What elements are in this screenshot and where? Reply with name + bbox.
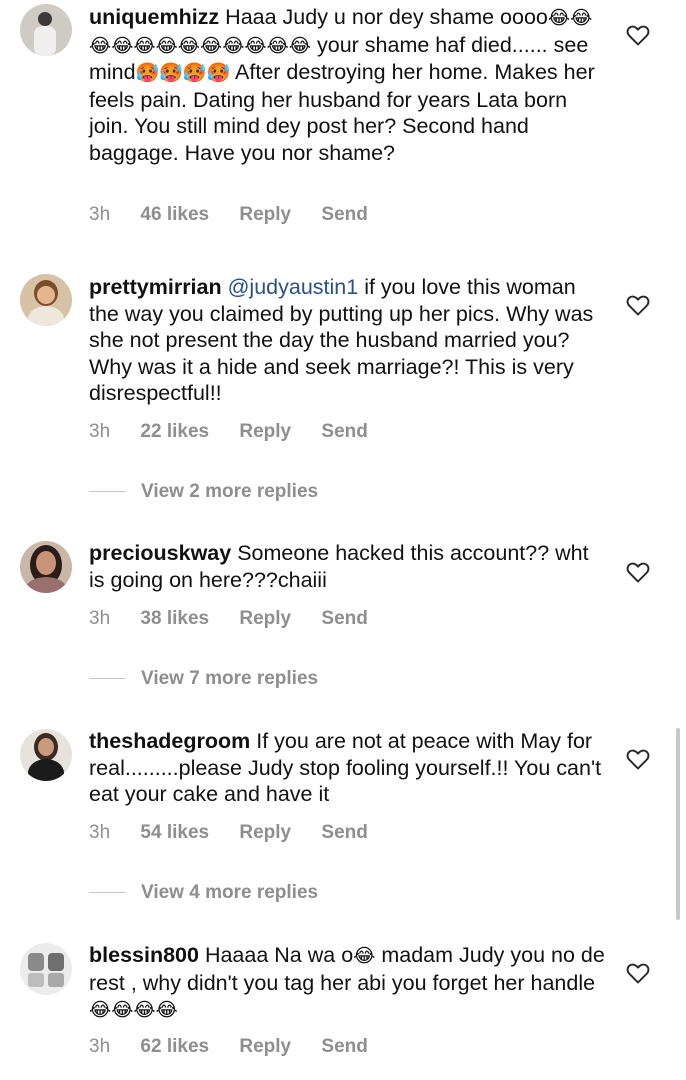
comment-username[interactable]: theshadegroom	[89, 729, 250, 753]
send-button[interactable]: Send	[321, 608, 367, 629]
comment-likes[interactable]: 38 likes	[140, 608, 209, 629]
laugh-emoji: 😂😂😂😂	[89, 999, 178, 1021]
like-heart-icon[interactable]	[626, 294, 650, 316]
scrollbar[interactable]	[676, 728, 680, 920]
divider	[89, 678, 125, 680]
view-more-replies[interactable]: View 7 more replies	[89, 668, 318, 690]
comment-username[interactable]: uniquemhizz	[89, 5, 219, 29]
comment-text: preciouskway Someone hacked this account…	[89, 540, 609, 593]
reply-button[interactable]: Reply	[239, 204, 291, 225]
user-mention[interactable]: @judyaustin1	[228, 275, 359, 299]
reply-button[interactable]: Reply	[239, 608, 291, 629]
avatar[interactable]	[20, 729, 72, 781]
comment-text: blessin800 Haaaa Na wa o😂 madam Judy you…	[89, 942, 609, 1024]
comment-time: 3h	[89, 822, 111, 843]
comment-meta: 3h 62 likes Reply Send	[89, 1036, 393, 1058]
comment-likes[interactable]: 62 likes	[140, 1036, 209, 1057]
send-button[interactable]: Send	[321, 822, 367, 843]
laugh-emoji: 😂	[353, 945, 376, 967]
avatar[interactable]	[20, 943, 72, 995]
avatar[interactable]	[20, 541, 72, 593]
view-replies-label: View 2 more replies	[141, 481, 319, 502]
comment-meta: 3h 46 likes Reply Send	[89, 204, 393, 226]
send-button[interactable]: Send	[321, 421, 367, 442]
send-button[interactable]: Send	[321, 204, 367, 225]
like-heart-icon[interactable]	[626, 748, 650, 770]
avatar[interactable]	[20, 274, 72, 326]
view-replies-label: View 7 more replies	[141, 668, 319, 689]
comment-body: Haaaa Na wa o	[204, 943, 354, 967]
comment-username[interactable]: blessin800	[89, 943, 199, 967]
comment-likes[interactable]: 54 likes	[140, 822, 209, 843]
send-button[interactable]: Send	[321, 1036, 367, 1057]
divider	[89, 892, 125, 894]
comment-meta: 3h 22 likes Reply Send	[89, 421, 393, 443]
divider	[89, 491, 125, 493]
reply-button[interactable]: Reply	[239, 1036, 291, 1057]
comment-username[interactable]: preciouskway	[89, 541, 231, 565]
comment-meta: 3h 54 likes Reply Send	[89, 822, 393, 844]
comment-likes[interactable]: 22 likes	[140, 421, 209, 442]
comment-time: 3h	[89, 204, 111, 225]
like-heart-icon[interactable]	[626, 561, 650, 583]
comment-time: 3h	[89, 608, 111, 629]
reply-button[interactable]: Reply	[239, 822, 291, 843]
like-heart-icon[interactable]	[626, 962, 650, 984]
like-heart-icon[interactable]	[626, 24, 650, 46]
comment-likes[interactable]: 46 likes	[140, 204, 209, 225]
comment-text: prettymirrian @judyaustin1 if you love t…	[89, 274, 609, 407]
hot-face-emoji: 🥵🥵🥵🥵	[135, 62, 231, 84]
view-replies-label: View 4 more replies	[141, 882, 319, 903]
comment-username[interactable]: prettymirrian	[89, 275, 222, 299]
view-more-replies[interactable]: View 2 more replies	[89, 481, 318, 503]
avatar[interactable]	[20, 4, 72, 56]
comment-text: theshadegroom If you are not at peace wi…	[89, 728, 609, 808]
comment-text: uniquemhizz Haaa Judy u nor dey shame oo…	[89, 4, 609, 166]
comment-meta: 3h 38 likes Reply Send	[89, 608, 393, 630]
reply-button[interactable]: Reply	[239, 421, 291, 442]
comment-time: 3h	[89, 421, 111, 442]
comment-body: Haaa Judy u nor dey shame oooo	[225, 5, 548, 29]
comment-time: 3h	[89, 1036, 111, 1057]
view-more-replies[interactable]: View 4 more replies	[89, 882, 318, 904]
